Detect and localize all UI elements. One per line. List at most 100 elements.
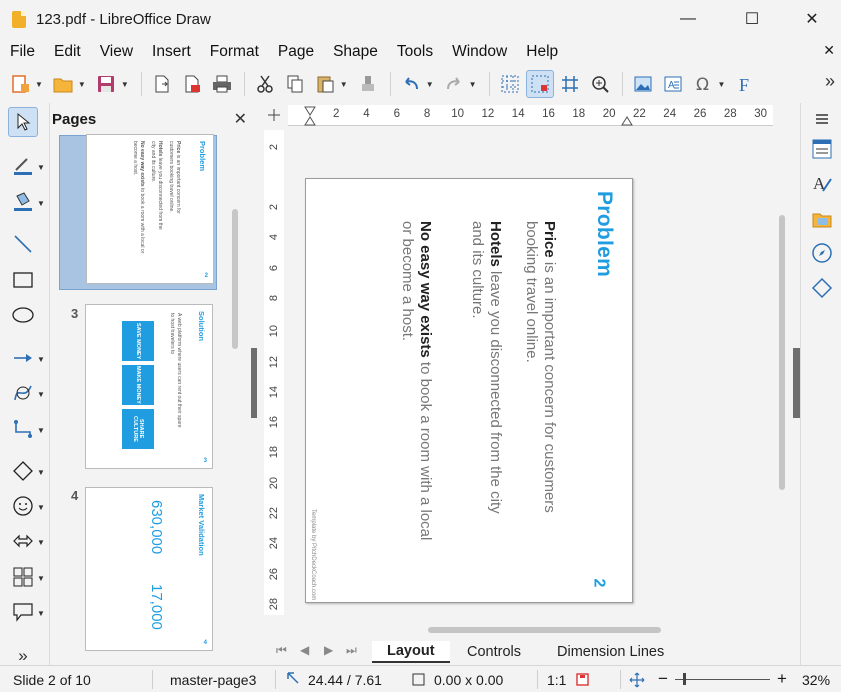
special-character-dropdown-arrow[interactable]: ▼ (718, 80, 726, 89)
line-color-button[interactable] (8, 151, 38, 181)
slide-paragraph-no-easy-way[interactable]: No easy way exists to book a room with a… (398, 221, 434, 551)
undo-button[interactable] (397, 70, 425, 98)
menu-format[interactable]: Format (200, 43, 268, 61)
canvas-horizontal-scrollbar[interactable] (428, 627, 661, 633)
open-button[interactable] (49, 70, 77, 98)
minimize-button[interactable]: — (665, 0, 711, 38)
fill-color-button[interactable] (8, 187, 38, 217)
sidebar-shapes-button[interactable] (810, 276, 834, 300)
fontwork-button[interactable]: F (731, 70, 759, 98)
insert-image-button[interactable] (629, 70, 657, 98)
connectors-dropdown-arrow[interactable]: ▼ (37, 426, 45, 435)
special-character-button[interactable]: Ω (689, 70, 717, 98)
sidebar-navigator-button[interactable] (810, 241, 834, 265)
pages-panel-close-button[interactable]: ✕ (234, 109, 247, 129)
cut-button[interactable] (251, 70, 279, 98)
pages-scrollbar[interactable] (232, 209, 238, 349)
first-tab-button[interactable]: ⏮ (276, 643, 287, 658)
page-thumbnail-3[interactable]: Solution A web platform where users can … (85, 304, 213, 469)
sidebar-collapse-handle[interactable] (793, 348, 800, 418)
zoom-level[interactable]: 32% (802, 672, 830, 688)
lines-arrows-dropdown-arrow[interactable]: ▼ (37, 355, 45, 364)
slide-page[interactable]: Problem Price is an important concern fo… (305, 178, 633, 603)
rectangle-tool-button[interactable] (8, 265, 38, 295)
open-dropdown-arrow[interactable]: ▼ (78, 80, 86, 89)
line-tool-button[interactable] (8, 229, 38, 259)
last-tab-button[interactable]: ⏭ (346, 643, 357, 658)
tab-layout[interactable]: Layout (372, 641, 450, 663)
curves-dropdown-arrow[interactable]: ▼ (37, 390, 45, 399)
previous-tab-button[interactable]: ◀ (300, 643, 309, 657)
zoom-out-button[interactable]: − (658, 669, 668, 689)
flowchart-dropdown-arrow[interactable]: ▼ (37, 574, 45, 583)
basic-shapes-button[interactable] (8, 456, 38, 486)
sidebar-styles-button[interactable]: A (810, 172, 834, 196)
copy-button[interactable] (281, 70, 309, 98)
callouts-button[interactable] (8, 597, 38, 627)
zoom-in-button[interactable]: + (777, 669, 787, 689)
basic-shapes-dropdown-arrow[interactable]: ▼ (37, 468, 45, 477)
next-tab-button[interactable]: ▶ (324, 643, 333, 657)
pages-panel-collapse-handle[interactable] (251, 348, 257, 418)
toolbar-overflow-button[interactable]: » (825, 71, 835, 92)
export-button[interactable] (148, 70, 176, 98)
symbol-shapes-button[interactable] (8, 491, 38, 521)
tab-controls[interactable]: Controls (452, 641, 536, 663)
ruler-origin[interactable] (264, 105, 284, 126)
flowchart-button[interactable] (8, 562, 38, 592)
horizontal-ruler[interactable]: 2 4 6 8 10 12 14 16 18 20 22 24 26 28 30 (288, 105, 773, 126)
sidebar-gallery-button[interactable] (810, 207, 834, 231)
line-color-dropdown-arrow[interactable]: ▼ (37, 163, 45, 172)
lines-arrows-button[interactable] (8, 343, 38, 373)
block-arrows-dropdown-arrow[interactable]: ▼ (37, 538, 45, 547)
document-modified-icon[interactable] (575, 672, 591, 688)
sidebar-menu-button[interactable] (810, 107, 834, 131)
close-document-button[interactable]: ✕ (823, 42, 835, 59)
block-arrows-button[interactable] (8, 526, 38, 556)
canvas-vertical-scrollbar[interactable] (779, 215, 785, 490)
undo-dropdown-arrow[interactable]: ▼ (426, 80, 434, 89)
ellipse-tool-button[interactable] (8, 300, 38, 330)
slide-paragraph-hotels[interactable]: Hotels leave you disconnected from the c… (468, 221, 504, 521)
insert-text-box-button[interactable]: A (659, 70, 687, 98)
master-page-name[interactable]: master-page3 (170, 672, 256, 688)
template-button[interactable] (6, 70, 34, 98)
fill-color-dropdown-arrow[interactable]: ▼ (37, 199, 45, 208)
menu-view[interactable]: View (90, 43, 142, 61)
zoom-slider[interactable] (675, 679, 770, 680)
redo-button[interactable] (440, 70, 468, 98)
callouts-dropdown-arrow[interactable]: ▼ (37, 609, 45, 618)
page-thumbnail-2[interactable]: Problem Price is an important concern fo… (59, 134, 217, 290)
curves-polygons-button[interactable] (8, 378, 38, 408)
select-tool-button[interactable] (8, 107, 38, 137)
paste-button[interactable] (311, 70, 339, 98)
page-thumbnail-4[interactable]: Market Validation 630,000 17,000 4 (85, 487, 213, 651)
close-window-button[interactable]: ✕ (789, 0, 835, 38)
export-pdf-button[interactable] (178, 70, 206, 98)
fit-slide-icon[interactable] (629, 672, 645, 688)
paste-dropdown-arrow[interactable]: ▼ (340, 80, 348, 89)
connectors-button[interactable] (8, 414, 38, 444)
menu-file[interactable]: File (0, 43, 44, 61)
template-dropdown-arrow[interactable]: ▼ (35, 80, 43, 89)
menu-insert[interactable]: Insert (142, 43, 200, 61)
menu-edit[interactable]: Edit (44, 43, 90, 61)
zoom-slider-handle[interactable] (683, 673, 686, 685)
save-dropdown-arrow[interactable]: ▼ (121, 80, 129, 89)
helplines-while-moving-button[interactable] (525, 70, 554, 98)
slide-paragraph-price[interactable]: Price is an important concern for custom… (522, 221, 558, 521)
save-button[interactable] (92, 70, 120, 98)
menu-help[interactable]: Help (516, 43, 567, 61)
maximize-button[interactable]: ☐ (729, 0, 775, 38)
redo-dropdown-arrow[interactable]: ▼ (469, 80, 477, 89)
vertical-ruler[interactable]: 2 2 4 6 8 10 12 14 16 18 20 22 24 26 28 (264, 130, 284, 615)
print-button[interactable] (208, 70, 236, 98)
menu-tools[interactable]: Tools (387, 43, 442, 61)
clone-formatting-button[interactable] (354, 70, 382, 98)
sidebar-properties-button[interactable] (810, 137, 834, 161)
symbol-shapes-dropdown-arrow[interactable]: ▼ (37, 503, 45, 512)
snap-guides-button[interactable] (556, 70, 584, 98)
display-grid-button[interactable] (496, 70, 524, 98)
menu-shape[interactable]: Shape (323, 43, 387, 61)
menu-page[interactable]: Page (268, 43, 323, 61)
